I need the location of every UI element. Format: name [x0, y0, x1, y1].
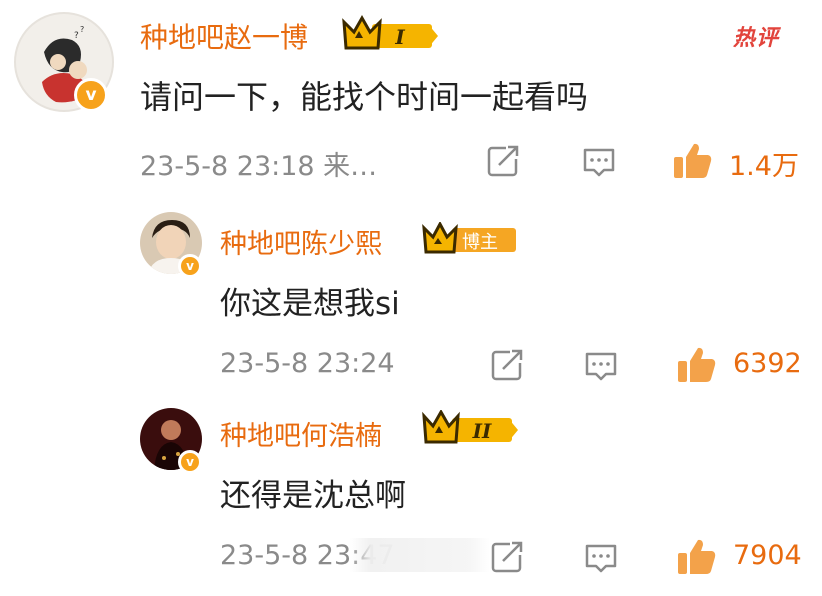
username[interactable]: 种地吧陈少熙 — [220, 222, 382, 261]
share-icon[interactable] — [490, 348, 524, 382]
badge-level: I — [394, 25, 405, 49]
verified-v-icon: v — [178, 254, 202, 278]
hot-comment-badge: 热评 — [733, 26, 780, 51]
comment-icon[interactable] — [582, 146, 616, 178]
crown-icon: II — [422, 410, 518, 444]
share-icon[interactable] — [490, 540, 524, 574]
watermark — [350, 538, 490, 572]
comment-text: 还得是沈总啊 — [220, 478, 406, 514]
verified-v-icon: v — [74, 78, 108, 112]
share-icon[interactable] — [486, 144, 520, 178]
svg-text:?: ? — [80, 25, 84, 34]
thumbs-up-icon[interactable] — [676, 344, 718, 386]
comment-time: 23-5-8 23:24 — [220, 348, 395, 379]
username[interactable]: 种地吧何浩楠 — [220, 414, 382, 453]
svg-text:?: ? — [74, 31, 79, 41]
comment-time: 23-5-8 23:18 来… — [140, 151, 378, 182]
badge-level: II — [472, 419, 492, 443]
like-count: 6392 — [733, 348, 802, 379]
comment-icon[interactable] — [584, 542, 618, 574]
like-count: 1.4万 — [729, 151, 799, 182]
blogger-badge: 博主 — [462, 232, 498, 253]
username[interactable]: 种地吧赵一博 — [140, 16, 308, 56]
verified-v-icon: v — [178, 450, 202, 474]
like-count: 7904 — [733, 540, 802, 571]
thumbs-up-icon[interactable] — [676, 536, 718, 578]
thumbs-up-icon[interactable] — [672, 140, 714, 182]
comment-text: 请问一下，能找个时间一起看吗 — [140, 78, 589, 116]
comment-icon[interactable] — [584, 350, 618, 382]
comment-text: 你这是想我si — [220, 286, 400, 322]
crown-icon: I — [342, 14, 438, 50]
